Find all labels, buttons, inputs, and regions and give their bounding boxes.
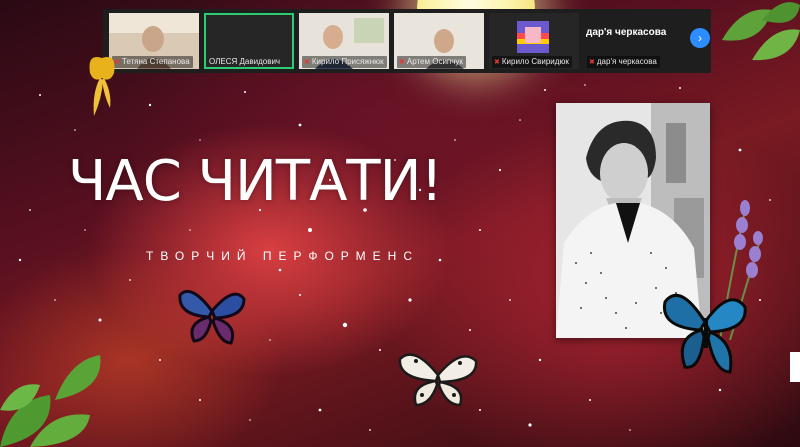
next-page-button[interactable]: › bbox=[690, 28, 710, 48]
participant-tile[interactable]: ✖ Кирило Свиридюк bbox=[489, 13, 579, 69]
yellow-moth-decoration bbox=[89, 57, 115, 116]
participant-name: ✖ Артем Осипчук bbox=[397, 56, 466, 68]
blue-butterfly-decoration bbox=[662, 293, 747, 374]
mint-leaves-decoration bbox=[0, 355, 101, 447]
edge-panel bbox=[790, 352, 800, 382]
participant-name: ОЛЕСЯ Давидович bbox=[209, 57, 281, 66]
participant-tile[interactable]: ✖ Кирило Присяжнюк bbox=[299, 13, 389, 69]
mic-muted-icon: ✖ bbox=[399, 59, 405, 66]
mic-muted-icon: ✖ bbox=[494, 59, 500, 66]
participant-tile[interactable]: дар'я черкасова ✖ дар'я черкасова bbox=[584, 13, 688, 69]
mic-muted-icon: ✖ bbox=[589, 59, 595, 66]
participant-name: ✖ дар'я черкасова bbox=[587, 56, 660, 68]
slide-subtitle: ТВОРЧИЙ ПЕРФОРМЕНС bbox=[146, 249, 420, 263]
participant-name: ✖ Кирило Присяжнюк bbox=[302, 56, 387, 68]
mic-muted-icon: ✖ bbox=[304, 59, 310, 66]
presentation-slide: ✖ Тетяна Степанова ОЛЕСЯ Давидович ✖ Кирил… bbox=[0, 0, 800, 447]
participant-name: ✖ Кирило Свиридюк bbox=[492, 56, 572, 68]
participant-tile[interactable]: ✖ Артем Осипчук bbox=[394, 13, 484, 69]
participant-strip: ✖ Тетяна Степанова ОЛЕСЯ Давидович ✖ Кирил… bbox=[103, 9, 711, 73]
slide-title: ЧАС ЧИТАТИ! bbox=[68, 149, 443, 214]
participant-name: ✖ Тетяна Степанова bbox=[112, 56, 193, 68]
white-butterfly-decoration bbox=[398, 353, 478, 407]
purple-butterfly-decoration bbox=[178, 290, 246, 345]
mint-leaves-decoration bbox=[722, 2, 800, 61]
participant-large-name: дар'я черкасова bbox=[586, 27, 667, 38]
chevron-right-icon: › bbox=[698, 31, 702, 45]
participant-tile-active[interactable]: ОЛЕСЯ Давидович bbox=[204, 13, 294, 69]
participant-tile[interactable]: ✖ Тетяна Степанова bbox=[109, 13, 199, 69]
